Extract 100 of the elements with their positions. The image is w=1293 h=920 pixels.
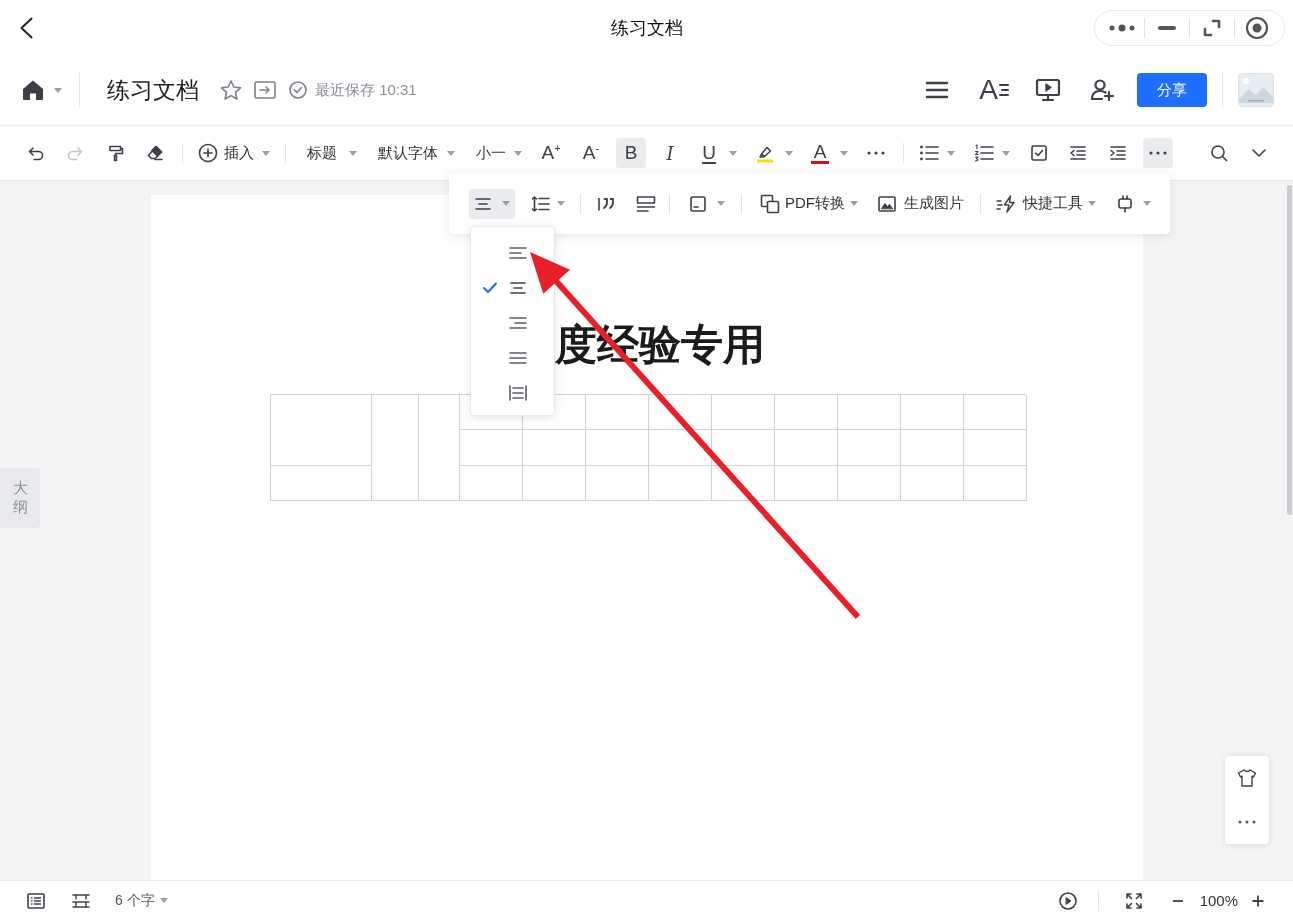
font-size-dropdown[interactable]: 小一 bbox=[470, 138, 524, 168]
word-count-button[interactable]: 6 个字 bbox=[115, 886, 168, 915]
frame-icon bbox=[689, 194, 707, 213]
share-button[interactable]: 分享 bbox=[1137, 73, 1207, 107]
table-cell bbox=[460, 466, 523, 501]
caret-icon bbox=[1088, 201, 1096, 206]
align-icon bbox=[509, 279, 527, 296]
star-button[interactable] bbox=[220, 77, 242, 103]
page-break-icon bbox=[71, 892, 91, 909]
table-cell bbox=[523, 430, 586, 466]
image-icon bbox=[878, 195, 896, 212]
copy-icon bbox=[760, 193, 780, 214]
search-icon bbox=[1210, 144, 1228, 162]
caret-icon bbox=[54, 87, 62, 93]
align-icon bbox=[509, 349, 527, 366]
caret-icon bbox=[262, 150, 270, 156]
more-icon bbox=[1109, 23, 1135, 32]
table-cell bbox=[649, 466, 712, 501]
table-cell bbox=[523, 466, 586, 501]
table-cell bbox=[964, 430, 1027, 466]
generate-image-button[interactable]: 生成图片 bbox=[875, 188, 967, 219]
caret-icon bbox=[840, 150, 848, 156]
color-bar-icon bbox=[811, 160, 829, 164]
numbered-list-icon bbox=[974, 144, 994, 162]
table-cell bbox=[586, 466, 649, 501]
table-cell bbox=[964, 466, 1027, 501]
caret-icon bbox=[557, 201, 565, 206]
caret-icon bbox=[947, 150, 955, 156]
record-icon bbox=[1245, 15, 1269, 40]
indent-icon bbox=[1109, 144, 1127, 162]
plus-circle-icon bbox=[198, 143, 218, 163]
caret-icon bbox=[717, 201, 725, 206]
increase-font-button[interactable]: A$^{+}$ bbox=[537, 138, 565, 168]
save-status: 最近保存 10:31 bbox=[315, 80, 417, 100]
align-icon bbox=[474, 195, 492, 212]
quote-icon bbox=[597, 195, 617, 212]
image-thumbnail[interactable] bbox=[1238, 73, 1274, 107]
more-icon bbox=[1238, 820, 1256, 824]
eraser-icon bbox=[146, 144, 164, 162]
paint-roller-icon bbox=[107, 144, 125, 162]
chevron-down-icon bbox=[1251, 148, 1267, 158]
table-cell bbox=[838, 430, 901, 466]
minus-icon bbox=[1171, 899, 1184, 902]
more-icon bbox=[867, 151, 885, 155]
caret-icon bbox=[447, 150, 455, 156]
italic-button[interactable]: I bbox=[656, 138, 684, 168]
back-icon bbox=[20, 16, 33, 39]
lines-icon bbox=[999, 83, 1009, 97]
align-icon bbox=[509, 314, 527, 331]
align-icon bbox=[509, 244, 527, 261]
table-cell bbox=[775, 430, 838, 466]
play-circle-icon bbox=[1058, 891, 1077, 910]
document-title[interactable]: 练习文档 bbox=[107, 74, 199, 106]
align-button[interactable] bbox=[469, 188, 515, 219]
table-cell bbox=[964, 395, 1027, 430]
caret-icon bbox=[785, 150, 793, 156]
caret-icon bbox=[159, 898, 168, 903]
heading-style-dropdown[interactable]: 标题 bbox=[301, 138, 359, 168]
bold-button[interactable]: B bbox=[616, 138, 646, 168]
text-format-button[interactable]: A bbox=[979, 73, 1009, 107]
caret-icon bbox=[729, 150, 737, 156]
align-icon bbox=[509, 384, 527, 401]
pdf-convert-button[interactable]: PDF转换 bbox=[757, 188, 861, 219]
table-cell bbox=[901, 430, 964, 466]
block-icon bbox=[636, 194, 656, 213]
presentation-icon bbox=[1035, 77, 1061, 103]
restore-icon bbox=[1203, 18, 1221, 37]
plug-icon bbox=[1116, 194, 1134, 213]
insert-button[interactable]: 插入 bbox=[197, 138, 273, 168]
quick-tools-button[interactable]: 快捷工具 bbox=[993, 188, 1099, 219]
font-family-dropdown[interactable]: 默认字体 bbox=[372, 138, 457, 168]
font-color-button[interactable]: A bbox=[808, 138, 851, 168]
back-button[interactable] bbox=[20, 14, 33, 41]
zoom-level: 100% bbox=[1199, 892, 1238, 909]
underline-button[interactable]: U bbox=[696, 138, 740, 168]
add-user-icon bbox=[1090, 78, 1116, 102]
caret-icon bbox=[502, 201, 510, 206]
window-title: 练习文档 bbox=[610, 16, 683, 40]
undo-icon bbox=[27, 144, 45, 162]
menu-icon bbox=[925, 80, 950, 100]
scrollbar[interactable] bbox=[1287, 185, 1292, 515]
check-circle-icon bbox=[289, 81, 307, 99]
bullet-list-icon bbox=[919, 144, 939, 162]
fullscreen-icon bbox=[1124, 891, 1143, 910]
more-icon bbox=[1149, 151, 1167, 155]
plus-icon bbox=[1252, 894, 1264, 907]
redo-icon bbox=[66, 144, 84, 162]
caret-icon bbox=[850, 201, 858, 206]
caret-icon bbox=[1143, 201, 1151, 206]
caret-icon bbox=[1002, 150, 1010, 156]
line-spacing-icon bbox=[531, 194, 551, 213]
outdent-icon bbox=[1069, 144, 1087, 162]
minimize-icon bbox=[1158, 25, 1176, 30]
decrease-font-button[interactable]: A$^{-}$ bbox=[577, 138, 605, 168]
home-icon bbox=[22, 79, 44, 101]
lightning-icon bbox=[996, 194, 1018, 213]
table-cell bbox=[775, 466, 838, 501]
shirt-icon bbox=[1237, 769, 1257, 787]
caret-icon bbox=[514, 150, 522, 156]
caret-icon bbox=[349, 150, 357, 156]
